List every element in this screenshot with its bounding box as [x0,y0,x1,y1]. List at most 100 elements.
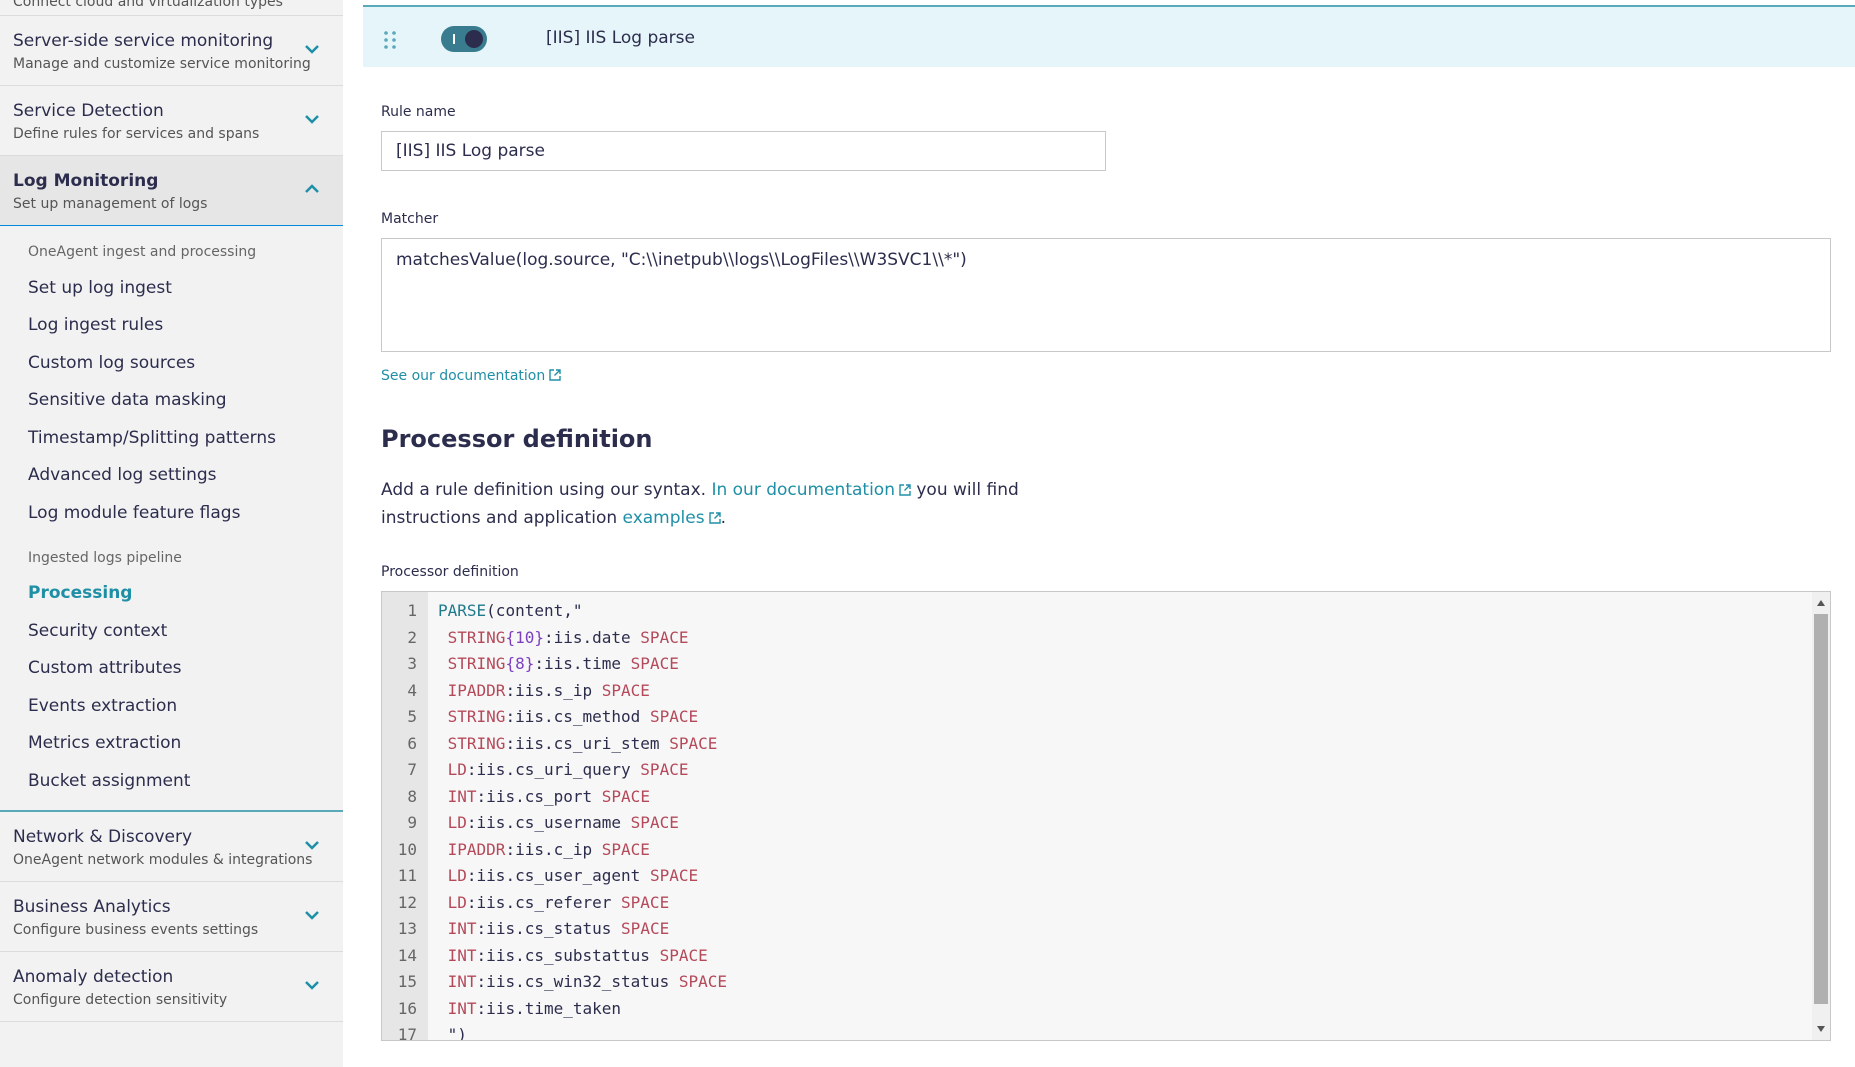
line-number: 6 [407,733,417,753]
chevron-down-icon[interactable] [303,40,321,58]
code-line: 1 PARSE(content," [382,598,1782,625]
code-line: 8 INT:iis.cs_port SPACE [382,784,1782,811]
code-line: 16 INT:iis.time_taken [382,996,1782,1023]
code-line: 3 STRING{8}:iis.time SPACE [382,651,1782,678]
code-line: 15 INT:iis.cs_win32_status SPACE [382,969,1782,996]
documentation-link[interactable]: In our documentation [711,480,895,500]
code-text: IPADDR:iis.s_ip SPACE [438,678,650,705]
editor-scrollbar[interactable] [1812,592,1830,1040]
code-token: SPACE [649,707,699,726]
code-text: PARSE(content," [438,598,583,625]
code-token: SPACE [601,786,650,806]
code-token: SPACE [630,813,679,832]
code-token: :iis.cs_username [466,813,631,832]
line-number: 2 [407,627,417,647]
sidebar-section[interactable]: Anomaly detection Configure detection sen… [0,952,343,1022]
sidebar-section[interactable]: Server-side service monitoring Manage and… [0,16,343,86]
sidebar-nav-item[interactable]: Log module feature flags [0,494,343,532]
sidebar-nav-item[interactable]: Processing [0,575,343,613]
code-token: :iis.cs_substattus [476,945,660,965]
line-number: 3 [407,654,417,673]
chevron-up-icon[interactable] [303,180,321,198]
sidebar-section-title: Business Analytics [13,896,171,917]
external-link-icon [708,512,721,524]
code-line: 17 ") [382,1022,1782,1041]
code-token: SPACE [640,627,689,647]
toggle-knob [465,30,483,48]
sidebar-section-log-monitoring[interactable]: Log Monitoring Set up management of logs [0,156,343,226]
sidebar-nav-item[interactable]: Set up log ingest [0,269,343,307]
examples-link[interactable]: examples [623,508,705,528]
code-text: LD:iis.cs_username SPACE [438,810,679,837]
line-number: 17 [397,1025,417,1041]
processor-definition-label: Processor definition [381,564,519,580]
code-token: SPACE [630,654,679,673]
sidebar-nav-item[interactable]: Custom attributes [0,650,343,688]
sidebar-section[interactable]: Service Detection Define rules for servic… [0,86,343,156]
processor-description: Add a rule definition using our syntax. … [381,476,1101,532]
code-token: :iis.time_taken [476,998,622,1018]
sidebar-nav-item[interactable]: Security context [0,612,343,650]
rule-enabled-toggle[interactable] [441,26,487,52]
sidebar-section-title: Network & Discovery [13,826,193,847]
sidebar-section[interactable]: Network & Discovery OneAgent network modu… [0,812,343,882]
line-number: 15 [397,972,417,991]
sidebar-section[interactable]: Business Analytics Configure business eve… [0,882,343,952]
see-documentation-link[interactable]: See our documentation [381,368,561,384]
toggle-on-mark [453,34,455,44]
chevron-down-icon[interactable] [303,836,321,854]
code-text: STRING:iis.cs_method SPACE [438,704,698,731]
code-token: ") [438,1025,467,1041]
drag-handle-icon[interactable] [383,30,397,50]
sidebar-section-cloud[interactable]: Connect cloud and virtualization types [0,0,343,16]
code-token: SPACE [601,680,650,700]
line-number: 4 [407,680,417,700]
code-token: :iis.cs_win32_status [476,972,679,991]
code-token: INT [447,998,477,1018]
code-token: SPACE [601,839,650,859]
scroll-down-icon[interactable] [1817,1026,1825,1032]
chevron-down-icon[interactable] [303,110,321,128]
code-token: STRING [447,654,506,673]
sidebar-nav-item[interactable]: Events extraction [0,687,343,725]
line-number: 5 [407,707,417,726]
code-token: STRING [447,733,506,753]
code-token: :iis.cs_uri_query [466,760,641,779]
code-line: 14 INT:iis.cs_substattus SPACE [382,943,1782,970]
chevron-down-icon[interactable] [303,906,321,924]
rule-header[interactable]: [IIS] IIS Log parse [363,5,1855,67]
processor-code-editor[interactable]: 1 PARSE(content," 2 STRING{10}:iis.date SP… [381,591,1831,1041]
code-token: SPACE [640,760,689,779]
sidebar-section-subtitle: Define rules for services and spans [13,126,260,142]
code-line: 6 STRING:iis.cs_uri_stem SPACE [382,731,1782,758]
sidebar-nav-item[interactable]: Sensitive data masking [0,382,343,420]
sidebar-nav-item[interactable]: Advanced log settings [0,457,343,495]
sidebar-nav-item[interactable]: Log ingest rules [0,307,343,345]
sidebar-nav-item[interactable]: Bucket assignment [0,762,343,800]
external-link-icon [549,369,561,381]
code-text: INT:iis.time_taken [438,996,621,1023]
code-token: PARSE [438,601,487,620]
code-token: :iis.time [534,654,631,673]
chevron-down-icon[interactable] [303,976,321,994]
scroll-up-icon[interactable] [1817,600,1825,606]
rule-name-input[interactable]: [IIS] IIS Log parse [381,131,1106,171]
code-line: 5 STRING:iis.cs_method SPACE [382,704,1782,731]
scroll-thumb[interactable] [1814,614,1828,1004]
line-number: 14 [397,945,417,965]
sidebar-nav-item[interactable]: Custom log sources [0,344,343,382]
code-line: 10 IPADDR:iis.c_ip SPACE [382,837,1782,864]
sidebar-section-subtitle: Set up management of logs [13,196,208,212]
line-number: 8 [407,786,417,806]
code-text: INT:iis.cs_status SPACE [438,916,670,943]
code-token: INT [447,919,477,938]
sidebar-nav-item[interactable]: Timestamp/Splitting patterns [0,419,343,457]
matcher-input[interactable]: matchesValue(log.source, "C:\\inetpub\\l… [381,238,1831,352]
line-number: 11 [397,866,417,885]
sidebar-nav-item[interactable]: Metrics extraction [0,725,343,763]
